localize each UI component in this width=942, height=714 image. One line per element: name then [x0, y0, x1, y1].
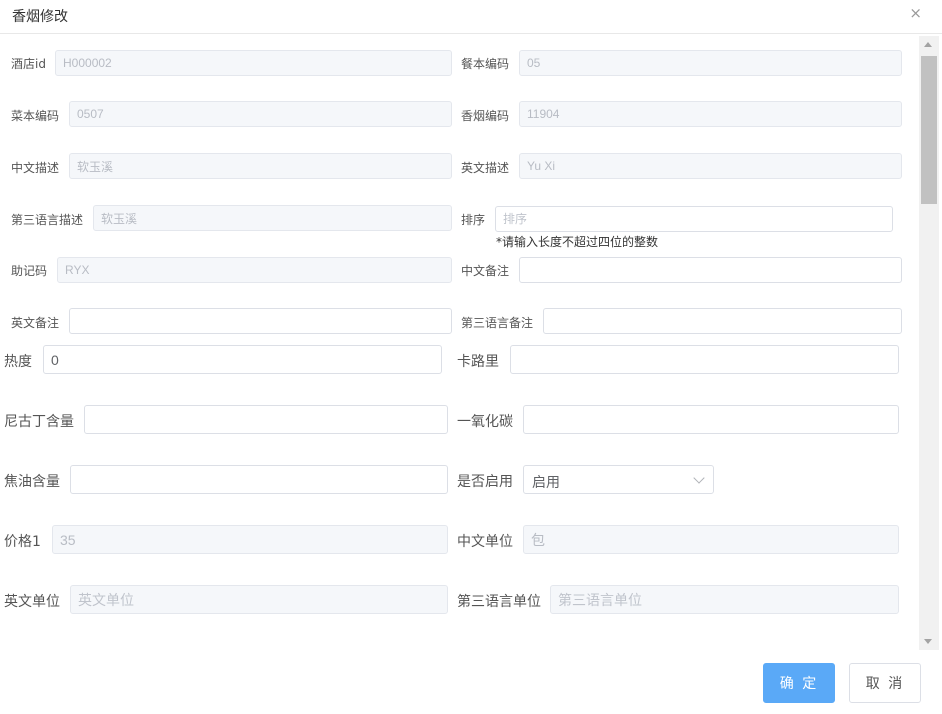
- vertical-scrollbar[interactable]: [919, 36, 939, 650]
- en-note-input[interactable]: [69, 308, 452, 334]
- cn-desc-label: 中文描述: [11, 161, 60, 175]
- third-note-label: 第三语言备注: [461, 316, 534, 330]
- third-note-input[interactable]: [543, 308, 902, 334]
- scroll-down-arrow-icon[interactable]: [924, 639, 932, 644]
- hotel-id-label: 酒店id: [11, 57, 46, 71]
- scroll-up-arrow-icon[interactable]: [924, 42, 932, 47]
- third-desc-input[interactable]: [93, 205, 452, 231]
- dialog-header: 香烟修改 ×: [0, 0, 942, 34]
- cn-unit-input[interactable]: [523, 525, 899, 554]
- scrollbar-thumb[interactable]: [921, 56, 937, 204]
- co-label: 一氧化碳: [457, 414, 513, 430]
- menu-code-label: 餐本编码: [461, 57, 510, 71]
- en-desc-label: 英文描述: [461, 161, 510, 175]
- cn-desc-input[interactable]: [69, 153, 452, 179]
- menu-code-input[interactable]: [519, 50, 902, 76]
- dish-code-label: 菜本编码: [11, 109, 60, 123]
- heat-input[interactable]: [43, 345, 442, 374]
- enabled-select-value: 启用: [532, 475, 560, 491]
- third-unit-input[interactable]: [550, 585, 899, 614]
- cn-note-label: 中文备注: [461, 264, 510, 278]
- dialog-title: 香烟修改: [12, 9, 68, 25]
- third-unit-label: 第三语言单位: [457, 594, 541, 610]
- cigarette-code-label: 香烟编码: [461, 109, 510, 123]
- tar-label: 焦油含量: [4, 474, 60, 490]
- calorie-input[interactable]: [510, 345, 899, 374]
- sort-label: 排序: [461, 213, 486, 227]
- cn-unit-label: 中文单位: [457, 534, 513, 550]
- close-icon[interactable]: ×: [909, 4, 922, 22]
- price1-label: 价格1: [4, 534, 41, 550]
- en-unit-input[interactable]: [70, 585, 448, 614]
- price1-input[interactable]: [52, 525, 448, 554]
- en-desc-input[interactable]: [519, 153, 902, 179]
- nicotine-label: 尼古丁含量: [4, 414, 74, 430]
- enabled-select[interactable]: 启用: [523, 465, 714, 494]
- cn-note-input[interactable]: [519, 257, 902, 283]
- co-input[interactable]: [523, 405, 899, 434]
- heat-label: 热度: [4, 354, 32, 370]
- dish-code-input[interactable]: [69, 101, 452, 127]
- sort-input[interactable]: [495, 206, 893, 232]
- cigarette-code-input[interactable]: [519, 101, 902, 127]
- hotel-id-input[interactable]: [55, 50, 452, 76]
- enabled-label: 是否启用: [457, 474, 513, 490]
- mnemonic-label: 助记码: [11, 264, 48, 278]
- tar-input[interactable]: [70, 465, 448, 494]
- nicotine-input[interactable]: [84, 405, 448, 434]
- cancel-button[interactable]: 取 消: [849, 663, 921, 703]
- third-desc-label: 第三语言描述: [11, 213, 84, 227]
- calorie-label: 卡路里: [457, 354, 499, 370]
- chevron-down-icon: [693, 472, 705, 484]
- sort-hint: *请输入长度不超过四位的整数: [496, 235, 659, 249]
- confirm-button[interactable]: 确 定: [763, 663, 835, 703]
- mnemonic-input[interactable]: [57, 257, 452, 283]
- en-unit-label: 英文单位: [4, 594, 60, 610]
- en-note-label: 英文备注: [11, 316, 60, 330]
